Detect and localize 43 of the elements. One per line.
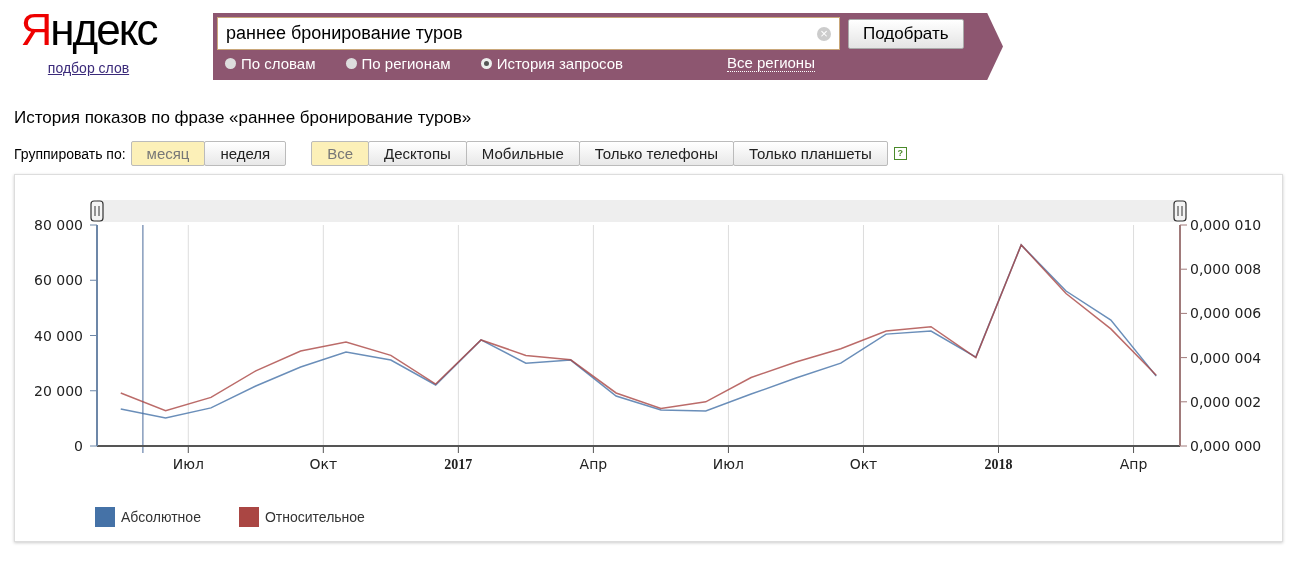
grouping-toggle[interactable]: неделя — [204, 141, 287, 166]
grouping-toggle[interactable]: месяц — [130, 141, 206, 166]
x-tick-label: Окт — [309, 456, 338, 472]
mode-radio[interactable]: По словам — [225, 54, 316, 72]
x-tick-label: 2018 — [984, 457, 1013, 472]
submit-button[interactable]: Подобрать — [848, 18, 964, 49]
device-tab[interactable]: Только телефоны — [578, 141, 734, 166]
logo[interactable]: Яндекс — [20, 6, 157, 54]
device-tab[interactable]: Десктопы — [368, 141, 467, 166]
search-field[interactable]: раннее бронирование туров × — [217, 17, 840, 50]
x-tick-label: Апр — [1119, 456, 1148, 472]
y-tick-label: 0,000 006 — [1190, 305, 1262, 322]
y-tick-label: 60 000 — [34, 272, 83, 289]
device-tab[interactable]: Только планшеты — [732, 141, 888, 166]
x-tick-label: 2017 — [444, 457, 473, 472]
y-tick-label: 0,000 000 — [1190, 438, 1262, 454]
y-tick-label: 0,000 004 — [1190, 349, 1262, 366]
device-tab[interactable]: Мобильные — [465, 141, 580, 166]
y-tick-label: 0,000 008 — [1190, 261, 1262, 278]
page-title: История показов по фразе «раннее бронирование туров» — [14, 108, 473, 128]
device-tab[interactable]: Все — [311, 141, 370, 166]
y-tick-label: 20 000 — [34, 382, 83, 399]
x-tick-label: Июл — [712, 456, 745, 472]
y-tick-label: 0,000 010 — [1190, 217, 1262, 233]
legend-item[interactable]: Относительное — [238, 507, 365, 527]
range-handle[interactable] — [90, 200, 104, 222]
word-selection-link[interactable]: подбор слов — [47, 60, 130, 76]
mode-radio[interactable]: По регионам — [345, 54, 451, 72]
x-tick-label: Июл — [172, 456, 204, 472]
y-tick-label: 0 — [74, 438, 83, 454]
grouping-label: Группировать по: — [14, 145, 126, 162]
legend-label: Относительное — [264, 509, 365, 525]
y-tick-label: 40 000 — [34, 327, 83, 344]
mode-radio[interactable]: История запросов — [480, 54, 623, 72]
y-tick-label: 0,000 002 — [1190, 393, 1262, 410]
help-icon[interactable]: ? — [893, 147, 907, 160]
y-tick-label: 80 000 — [34, 217, 83, 233]
x-tick-label: Окт — [849, 456, 878, 472]
range-handle[interactable] — [1173, 200, 1187, 222]
legend-label: Абсолютное — [121, 509, 201, 525]
legend-item[interactable]: Абсолютное — [95, 507, 201, 527]
regions-link[interactable]: Все регионы — [726, 54, 815, 72]
x-tick-label: Апр — [579, 456, 608, 472]
